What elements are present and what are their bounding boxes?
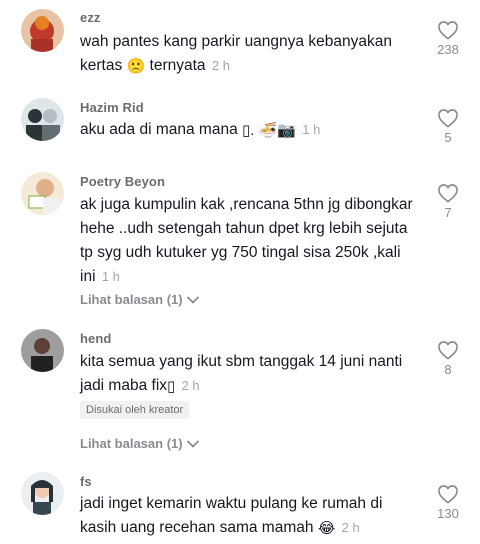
heart-outline-icon	[438, 184, 458, 203]
comment-text: ak juga kumpulin kak ,rencana 5thn jg di…	[80, 193, 416, 289]
comment-username[interactable]: Poetry Beyon	[80, 174, 165, 189]
comment-username[interactable]: Hazim Rid	[80, 100, 144, 115]
like-count: 130	[437, 506, 459, 521]
comment-time: 2 h	[181, 378, 200, 393]
comment-text: wah pantes kang parkir uangnya kebanyaka…	[80, 30, 416, 78]
comment-username[interactable]: hend	[80, 331, 111, 346]
like-button[interactable]: 5	[426, 108, 470, 145]
like-button[interactable]: 130	[426, 484, 470, 521]
comment-body: jadi inget kemarin waktu pulang ke rumah…	[80, 495, 383, 536]
chevron-down-icon	[186, 440, 199, 447]
avatar[interactable]	[21, 98, 64, 141]
like-button[interactable]: 8	[426, 340, 470, 377]
comment-text: kita semua yang ikut sbm tanggak 14 juni…	[80, 350, 416, 398]
comment-body-tail: ternyata	[149, 57, 206, 74]
comment-text: jadi inget kemarin waktu pulang ke rumah…	[80, 492, 416, 540]
emoji: ▯. 🍜📷	[242, 122, 296, 139]
emoji: 🙁	[126, 58, 146, 75]
avatar[interactable]	[21, 172, 64, 215]
comment-username[interactable]: fs	[80, 474, 92, 489]
like-button[interactable]: 7	[426, 183, 470, 220]
comment-time: 2 h	[211, 58, 230, 73]
avatar[interactable]	[21, 472, 64, 515]
view-replies-button[interactable]: Lihat balasan (1)	[80, 436, 199, 451]
comment-time: 1 h	[101, 269, 120, 284]
view-replies-button[interactable]: Lihat balasan (1)	[80, 292, 199, 307]
like-count: 5	[444, 130, 452, 145]
emoji: ▯	[167, 378, 176, 395]
emoji: 😂	[317, 520, 336, 537]
comment-username[interactable]: ezz	[80, 10, 101, 25]
liked-by-creator-badge: Disukai oleh kreator	[80, 401, 190, 419]
comment-body: kita semua yang ikut sbm tanggak 14 juni…	[80, 353, 403, 394]
heart-outline-icon	[438, 485, 458, 504]
comment-text: aku ada di mana mana ▯. 🍜📷 1 h	[80, 118, 416, 142]
chevron-down-icon	[186, 296, 199, 303]
like-count: 238	[437, 42, 459, 57]
view-replies-label: Lihat balasan (1)	[80, 436, 183, 451]
like-button[interactable]: 238	[426, 20, 470, 57]
heart-outline-icon	[438, 341, 458, 360]
view-replies-label: Lihat balasan (1)	[80, 292, 183, 307]
comment-time: 2 h	[341, 520, 360, 535]
like-count: 7	[444, 205, 452, 220]
avatar[interactable]	[21, 329, 64, 372]
avatar[interactable]	[21, 9, 64, 52]
comment-body: aku ada di mana mana	[80, 121, 238, 138]
comment-time: 1 h	[302, 122, 321, 137]
heart-outline-icon	[438, 21, 458, 40]
heart-outline-icon	[438, 109, 458, 128]
like-count: 8	[444, 362, 452, 377]
comment-body: ak juga kumpulin kak ,rencana 5thn jg di…	[80, 196, 413, 285]
